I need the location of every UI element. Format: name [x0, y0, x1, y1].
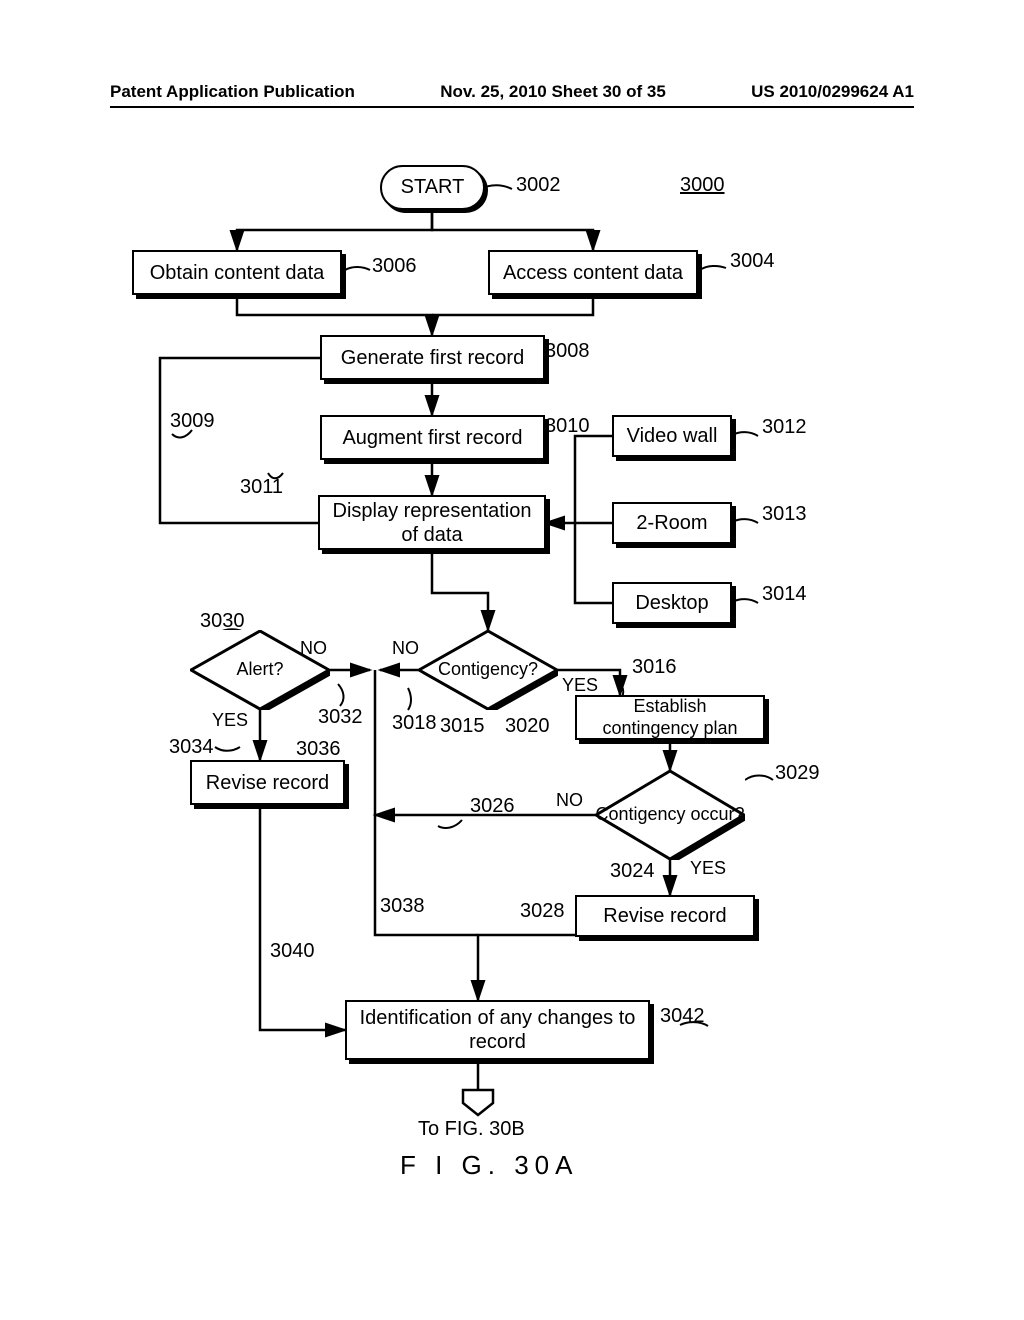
contingency-label: Contigency?: [418, 630, 558, 710]
cont-yes: YES: [562, 675, 598, 696]
ref-3010: 3010: [545, 415, 590, 438]
augment-label: Augment first record: [342, 426, 522, 450]
contingency-diamond: Contigency?: [418, 630, 558, 710]
ref-3002: 3002: [516, 174, 561, 197]
generate-box: Generate first record: [320, 335, 545, 380]
display-box: Display representation of data: [318, 495, 546, 550]
obtain-box: Obtain content data: [132, 250, 342, 295]
ref-3018: 3018: [392, 712, 437, 735]
occur-label: Contigency occur?: [595, 770, 745, 860]
ref-3029: 3029: [775, 762, 820, 785]
to-fig-label: To FIG. 30B: [418, 1118, 525, 1141]
header-center: Nov. 25, 2010 Sheet 30 of 35: [440, 82, 666, 102]
start-label: START: [401, 176, 465, 199]
videowall-label: Video wall: [627, 424, 718, 448]
ref-3011: 3011: [240, 476, 283, 499]
page-header: Patent Application Publication Nov. 25, …: [110, 82, 914, 108]
figure-caption: F I G. 30A: [400, 1150, 579, 1181]
ref-3016: 3016: [632, 656, 677, 679]
augment-box: Augment first record: [320, 415, 545, 460]
ref-3009: 3009: [170, 410, 215, 433]
start-terminator: START: [380, 165, 485, 210]
videowall-box: Video wall: [612, 415, 732, 457]
ref-3036: 3036: [296, 738, 341, 761]
ref-3024: 3024: [610, 860, 655, 883]
ref-3038: 3038: [380, 895, 425, 918]
establish-label: Establish contingency plan: [585, 696, 755, 739]
alert-yes: YES: [212, 710, 248, 731]
obtain-label: Obtain content data: [150, 261, 325, 285]
alert-label: Alert?: [190, 630, 330, 710]
ident-label: Identification of any changes to record: [355, 1006, 640, 1054]
access-label: Access content data: [503, 261, 683, 285]
ref-3013: 3013: [762, 503, 807, 526]
occur-no: NO: [556, 790, 583, 811]
ref-3020: 3020: [505, 715, 550, 738]
ref-3015: 3015: [440, 715, 485, 738]
desktop-box: Desktop: [612, 582, 732, 624]
alert-diamond: Alert?: [190, 630, 330, 710]
page: Patent Application Publication Nov. 25, …: [0, 0, 1024, 1320]
ref-3008: 3008: [545, 340, 590, 363]
ref-3040: 3040: [270, 940, 315, 963]
ref-3004: 3004: [730, 250, 775, 273]
ref-3000: 3000: [680, 174, 725, 197]
flowchart: START Obtain content data Access content…: [0, 140, 1024, 1260]
revise1-label: Revise record: [206, 771, 329, 795]
revise2-box: Revise record: [575, 895, 755, 937]
room-label: 2-Room: [636, 511, 707, 535]
ref-3034: 3034: [169, 736, 214, 759]
generate-label: Generate first record: [341, 346, 524, 370]
establish-box: Establish contingency plan: [575, 695, 765, 740]
ref-3012: 3012: [762, 416, 807, 439]
desktop-label: Desktop: [635, 591, 708, 615]
room-box: 2-Room: [612, 502, 732, 544]
header-left: Patent Application Publication: [110, 82, 355, 102]
ref-3028: 3028: [520, 900, 565, 923]
cont-no: NO: [392, 638, 419, 659]
header-right: US 2010/0299624 A1: [751, 82, 914, 102]
display-label: Display representation of data: [328, 499, 536, 547]
ident-box: Identification of any changes to record: [345, 1000, 650, 1060]
access-box: Access content data: [488, 250, 698, 295]
revise2-label: Revise record: [603, 904, 726, 928]
occur-diamond: Contigency occur?: [595, 770, 745, 860]
ref-3026: 3026: [470, 795, 515, 818]
ref-3006: 3006: [372, 255, 417, 278]
ref-3014: 3014: [762, 583, 807, 606]
ref-3042: 3042: [660, 1005, 705, 1028]
revise1-box: Revise record: [190, 760, 345, 805]
occur-yes: YES: [690, 858, 726, 879]
